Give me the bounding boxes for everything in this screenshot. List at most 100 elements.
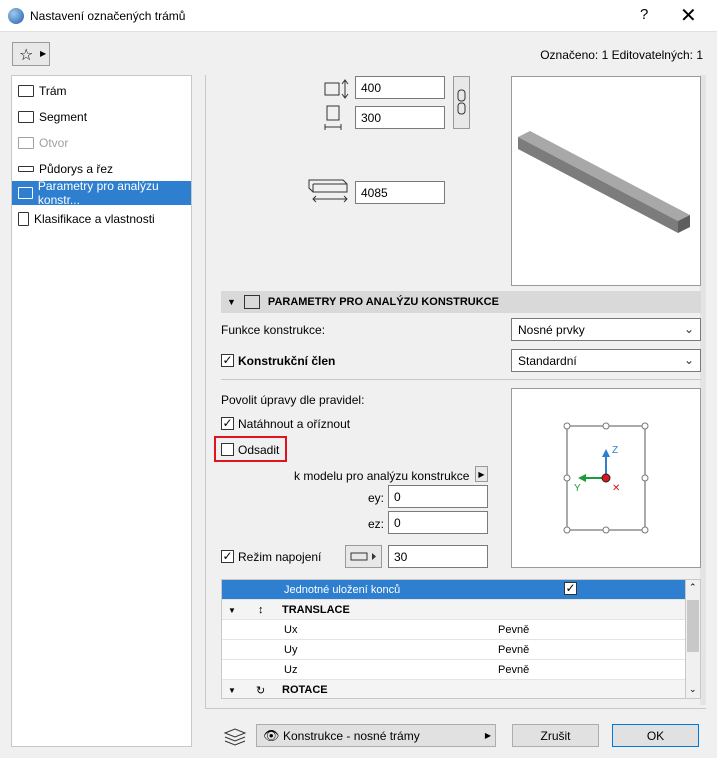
collapse-triangle-icon: ▼: [228, 606, 236, 615]
offset-label: Odsadit: [238, 443, 280, 457]
divider: [205, 75, 206, 709]
chevron-down-icon: ⌄: [683, 322, 694, 336]
junction-mode-button[interactable]: [345, 545, 382, 568]
structural-analysis-icon: [243, 295, 260, 309]
settings-nav: Trám Segment Otvor Půdorys a řez Paramet…: [11, 75, 192, 747]
chevron-right-icon: ▶: [40, 49, 47, 58]
floor-plan-icon: [18, 166, 34, 172]
height-input[interactable]: 400: [355, 76, 445, 99]
nav-label: Parametry pro analýzu konstr...: [37, 179, 159, 207]
document-icon: [18, 212, 29, 226]
window-title: Nastavení označených trámů: [30, 9, 186, 23]
row-value: Pevně: [498, 644, 530, 656]
section-header[interactable]: ▼ PARAMETRY PRO ANALÝZU KONSTRUKCE: [221, 291, 701, 313]
table-row[interactable]: Jednotné uložení konců ✓: [222, 580, 685, 600]
extend-trim-checkbox[interactable]: ✓: [221, 417, 234, 430]
scroll-thumb[interactable]: [687, 600, 699, 652]
offset-checkbox[interactable]: [221, 443, 234, 456]
scroll-down-icon[interactable]: ⌄: [689, 684, 697, 695]
layer-value: Konstrukce - nosné trámy: [283, 729, 420, 743]
table-row[interactable]: Ux Pevně: [222, 620, 685, 640]
row-value: Pevně: [498, 664, 530, 676]
eye-icon: 👁: [263, 728, 280, 743]
chevron-right-icon: ▶: [484, 731, 491, 740]
nav-label: Klasifikace a vlastnosti: [34, 212, 155, 226]
nav-label: Otvor: [39, 136, 69, 150]
nav-label: Segment: [39, 110, 88, 124]
translation-icon: ↕: [258, 604, 264, 616]
table-row[interactable]: Uz Pevně: [222, 660, 685, 680]
group-label: ROTACE: [282, 684, 328, 696]
ok-button[interactable]: OK: [612, 724, 699, 747]
width-icon: [324, 105, 342, 130]
uniform-supports-checkbox[interactable]: ✓: [564, 582, 577, 595]
table-group-row[interactable]: ▼ ↕ TRANSLACE: [222, 600, 685, 620]
structural-analysis-icon: [18, 187, 33, 199]
table-row[interactable]: Uy Pevně: [222, 640, 685, 660]
section-title: PARAMETRY PRO ANALÝZU KONSTRUKCE: [267, 296, 499, 308]
nav-item-floor-plan-section[interactable]: Půdorys a řez: [12, 157, 191, 181]
segment-icon: [18, 111, 34, 123]
separator: [206, 708, 706, 709]
cancel-button[interactable]: Zrušit: [512, 724, 599, 747]
rules-label: Povolit úpravy dle pravidel:: [221, 393, 365, 407]
app-icon: [8, 8, 24, 24]
help-button[interactable]: ?: [640, 6, 648, 23]
junction-mode-icon: [350, 552, 376, 561]
beam-3d-image: [518, 131, 690, 233]
ey-input[interactable]: 0: [388, 485, 488, 508]
row-label: Uy: [284, 644, 298, 656]
chevron-down-icon: ⌄: [683, 353, 694, 367]
layer-dropdown[interactable]: 👁 Konstrukce - nosné trámy ▶: [256, 724, 496, 747]
function-select[interactable]: Nosné prvky ⌄: [511, 318, 701, 341]
nav-item-structural-analysis[interactable]: Parametry pro analýzu konstr...: [12, 179, 191, 207]
row-label: Jednotné uložení konců: [284, 584, 401, 596]
support-table: Jednotné uložení konců ✓ ▼ ↕ TRANSLACE U…: [221, 579, 686, 699]
nav-item-beam[interactable]: Trám: [12, 79, 191, 103]
member-value: Standardní: [518, 354, 577, 368]
group-label: TRANSLACE: [282, 604, 350, 616]
favorites-button[interactable]: ☆ ▶: [12, 42, 50, 66]
row-label: Ux: [284, 624, 298, 636]
ez-input[interactable]: 0: [388, 511, 488, 534]
beam-icon: [18, 85, 34, 97]
close-button[interactable]: ✕: [680, 3, 697, 28]
separator: [221, 379, 701, 380]
nav-label: Trám: [39, 84, 67, 98]
nav-item-classification[interactable]: Klasifikace a vlastnosti: [12, 207, 191, 231]
table-group-row[interactable]: ▼ ↻ ROTACE: [222, 680, 685, 698]
model-arrow-button[interactable]: ▶: [475, 466, 488, 482]
width-input[interactable]: 300: [355, 106, 445, 129]
length-icon: [308, 179, 348, 203]
nav-label: Půdorys a řez: [39, 162, 114, 176]
junction-input[interactable]: 30: [388, 545, 488, 568]
height-icon: [324, 79, 349, 99]
layers-icon: [223, 728, 247, 746]
nav-item-segment[interactable]: Segment: [12, 105, 191, 129]
scroll-up-icon[interactable]: ⌃: [689, 582, 697, 593]
rotation-icon: ↻: [256, 685, 266, 697]
member-label: Konstrukční člen: [238, 354, 336, 368]
model-label: k modelu pro analýzu konstrukce: [294, 469, 470, 483]
beam-preview: [511, 76, 701, 286]
length-input[interactable]: 4085: [355, 181, 445, 204]
z-axis-label: Z: [612, 445, 619, 456]
link-icon[interactable]: [453, 76, 470, 129]
nav-item-hole[interactable]: Otvor: [12, 131, 191, 155]
x-axis-label: ✕: [612, 483, 621, 494]
junction-label: Režim napojení: [238, 550, 322, 564]
section-preview: Z Y ✕: [511, 388, 701, 568]
member-select[interactable]: Standardní ⌄: [511, 349, 701, 372]
function-label: Funkce konstrukce:: [221, 323, 326, 337]
ey-label: ey:: [368, 491, 385, 505]
function-value: Nosné prvky: [518, 323, 585, 337]
hole-icon: [18, 137, 34, 149]
table-scrollbar[interactable]: ⌃ ⌄: [685, 579, 701, 699]
star-icon: ☆: [19, 47, 34, 64]
junction-checkbox[interactable]: ✓: [221, 550, 234, 563]
row-label: Uz: [284, 664, 298, 676]
ez-label: ez:: [368, 517, 385, 531]
row-value: Pevně: [498, 624, 530, 636]
member-checkbox[interactable]: ✓: [221, 354, 234, 367]
y-axis-label: Y: [574, 483, 581, 494]
